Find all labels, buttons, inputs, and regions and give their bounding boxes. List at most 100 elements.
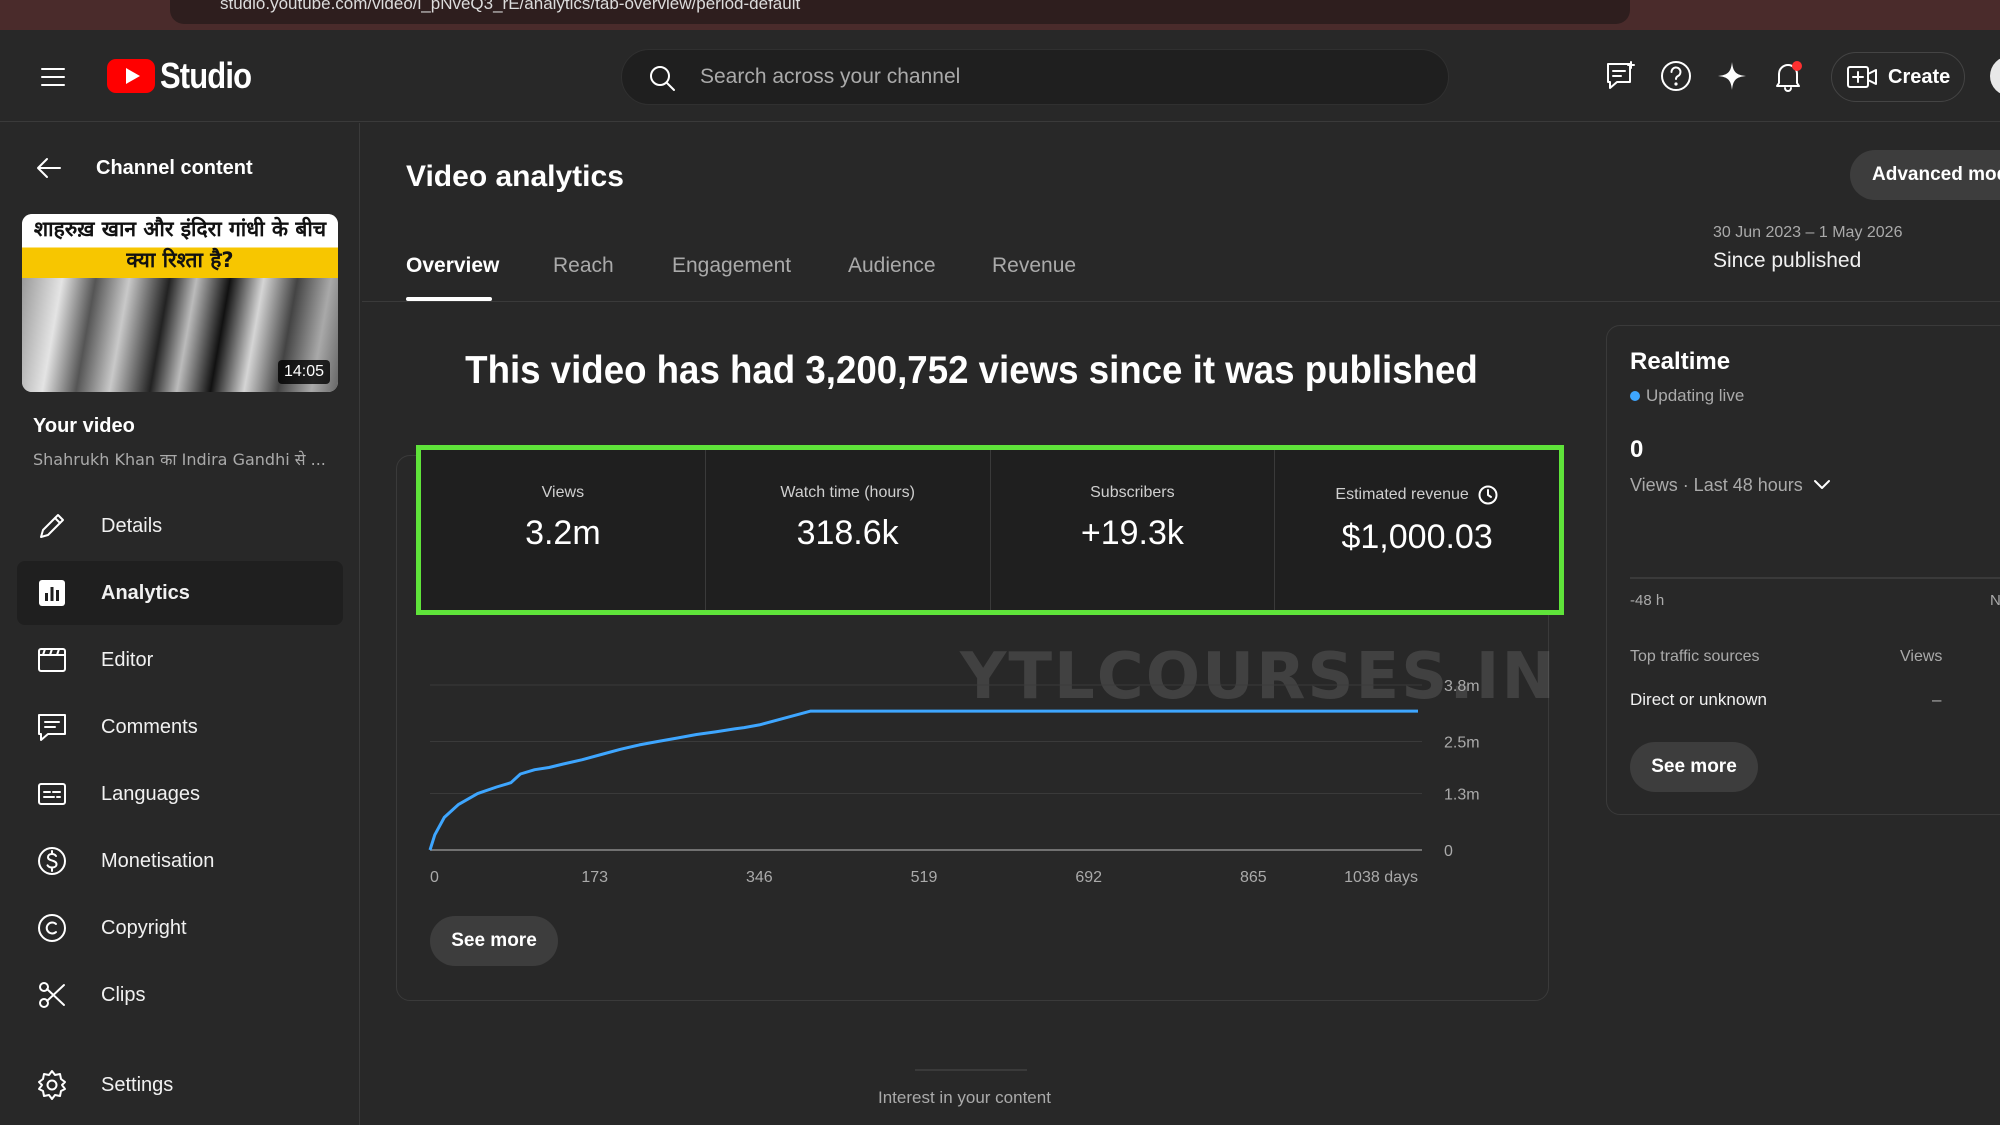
realtime-period-dropdown[interactable]: Views · Last 48 hours	[1630, 474, 1833, 496]
sidebar-item-label: Comments	[101, 715, 198, 738]
x-tick-label: 1038 days	[1344, 869, 1418, 886]
sidebar-item-editor[interactable]: Editor	[17, 628, 343, 692]
search-bar[interactable]	[621, 49, 1449, 105]
realtime-status: Updating live	[1630, 386, 1744, 406]
your-video-label: Your video	[33, 415, 135, 437]
create-button[interactable]: Create	[1831, 52, 1965, 102]
sidebar-item-analytics[interactable]: Analytics	[17, 561, 343, 625]
address-bar[interactable]: studio.youtube.com/video/l_pNveQ3_rE/ana…	[170, 0, 1630, 24]
youtube-logo-icon	[107, 59, 155, 93]
back-arrow-icon[interactable]	[34, 153, 64, 183]
sidebar-item-languages[interactable]: Languages	[17, 762, 343, 826]
section-divider	[915, 1069, 1027, 1071]
video-thumbnail[interactable]: शाहरुख़ खान और इंदिरा गांधी के बीच क्या …	[22, 214, 338, 392]
sidebar-item-label: Editor	[101, 648, 154, 671]
clock-icon[interactable]	[1477, 484, 1499, 506]
editor-icon	[38, 648, 66, 672]
video-duration: 14:05	[277, 360, 330, 384]
metric-value: 318.6k	[796, 514, 899, 552]
sparkle-icon[interactable]	[1714, 58, 1750, 94]
metric-value: 3.2m	[525, 514, 601, 552]
languages-icon	[38, 783, 66, 805]
logo-text: Studio	[160, 55, 252, 96]
comments-icon	[38, 714, 66, 741]
thumbnail-title-line1: शाहरुख़ खान और इंदिरा गांधी के बीच	[33, 217, 327, 241]
metric-watch-time[interactable]: Watch time (hours) 318.6k	[706, 450, 991, 610]
date-range[interactable]: 30 Jun 2023 – 1 May 2026	[1713, 224, 1902, 242]
see-more-button[interactable]: See more	[430, 916, 558, 966]
realtime-period-text: Views · Last 48 hours	[1630, 474, 1803, 495]
sidebar-item-copyright[interactable]: Copyright	[17, 896, 343, 960]
sidebar-item-label: Analytics	[101, 581, 190, 604]
video-title: Shahrukh Khan का Indira Gandhi से ...	[33, 450, 326, 469]
traffic-source-value: –	[1932, 690, 1942, 709]
x-tick-label: 0	[430, 869, 439, 886]
metric-views[interactable]: Views 3.2m	[421, 450, 706, 610]
copyright-icon	[38, 914, 66, 942]
url-text: studio.youtube.com/video/l_pNveQ3_rE/ana…	[220, 0, 801, 13]
metric-label: Subscribers	[1090, 484, 1175, 501]
realtime-see-more-button[interactable]: See more	[1630, 742, 1758, 792]
chevron-down-icon	[1813, 480, 1830, 489]
chart-y-ticks: 3.8m 2.5m 1.3m 0	[1444, 678, 1480, 860]
sidebar-item-label: Monetisation	[101, 849, 215, 872]
channel-content-label: Channel content	[96, 156, 253, 179]
y-tick-label: 0	[1444, 843, 1453, 860]
views-line-chart: 3.8m 2.5m 1.3m 0 0 173 346 519 692 865 1038 days	[428, 678, 1480, 886]
y-tick-label: 1.3m	[1444, 787, 1480, 804]
realtime-axis-end: N	[1990, 592, 2000, 609]
feedback-icon[interactable]	[1603, 58, 1639, 94]
metric-label: Views	[541, 484, 585, 501]
realtime-chart-baseline	[1630, 577, 2000, 579]
tab-overview[interactable]: Overview	[406, 254, 499, 278]
sidebar-item-settings[interactable]: Settings	[17, 1053, 343, 1117]
search-icon[interactable]	[646, 62, 678, 94]
advanced-mode-button[interactable]: Advanced mod	[1850, 150, 2000, 200]
page-title: Video analytics	[406, 160, 624, 193]
sidebar-item-clips[interactable]: Clips	[17, 963, 343, 1027]
tab-engagement[interactable]: Engagement	[672, 254, 791, 278]
key-metrics-panel: Views 3.2m Watch time (hours) 318.6k Sub…	[416, 445, 1564, 615]
top-header: Studio Create	[0, 30, 2000, 122]
period-selector[interactable]: Since published	[1713, 249, 1861, 273]
metric-value: +19.3k	[1080, 514, 1184, 552]
sidebar-item-details[interactable]: Details	[17, 494, 343, 558]
hamburger-menu-icon[interactable]	[36, 60, 70, 94]
x-tick-label: 865	[1240, 869, 1267, 886]
thumbnail-title-line2: क्या रिश्ता है?	[126, 248, 234, 272]
help-icon[interactable]	[1658, 58, 1694, 94]
back-to-channel-content[interactable]: Channel content	[34, 153, 253, 183]
search-input[interactable]	[700, 50, 1400, 104]
y-tick-label: 3.8m	[1444, 678, 1480, 695]
metric-label: Watch time (hours)	[780, 484, 915, 501]
metric-estimated-revenue[interactable]: Estimated revenue $1,000.03	[1275, 450, 1559, 610]
scissors-icon	[39, 982, 65, 1008]
tab-reach[interactable]: Reach	[553, 254, 614, 278]
account-avatar[interactable]	[1990, 56, 2000, 96]
gear-icon	[38, 1070, 66, 1100]
realtime-card: Realtime Updating live 0 Views · Last 48…	[1606, 325, 2000, 815]
tab-audience[interactable]: Audience	[848, 254, 936, 278]
views-series-line	[428, 709, 1418, 851]
youtube-studio-logo[interactable]: Studio	[106, 55, 266, 97]
chart-x-ticks: 0 173 346 519 692 865 1038 days	[430, 869, 1418, 886]
sidebar: Channel content शाहरुख़ खान और इंदिरा गा…	[0, 123, 360, 1125]
live-dot-icon	[1630, 391, 1640, 401]
realtime-views-value: 0	[1630, 436, 1644, 463]
traffic-source-name: Direct or unknown	[1630, 690, 1768, 709]
monetisation-icon	[38, 847, 66, 875]
sidebar-item-label: Languages	[101, 782, 200, 805]
notifications-bell-icon[interactable]	[1770, 58, 1806, 94]
browser-bar: studio.youtube.com/video/l_pNveQ3_rE/ana…	[0, 0, 2000, 30]
top-traffic-sources-label: Top traffic sources	[1630, 648, 1760, 665]
metric-label: Estimated revenue	[1335, 486, 1469, 503]
x-tick-label: 173	[581, 869, 608, 886]
sidebar-item-label: Clips	[101, 983, 146, 1006]
metric-subscribers[interactable]: Subscribers +19.3k	[991, 450, 1276, 610]
views-headline: This video has had 3,200,752 views since…	[465, 349, 1478, 392]
tabs-divider	[362, 301, 2000, 302]
analytics-icon	[39, 580, 65, 606]
tab-revenue[interactable]: Revenue	[992, 254, 1076, 278]
sidebar-item-comments[interactable]: Comments	[17, 695, 343, 759]
sidebar-item-monetisation[interactable]: Monetisation	[17, 829, 343, 893]
